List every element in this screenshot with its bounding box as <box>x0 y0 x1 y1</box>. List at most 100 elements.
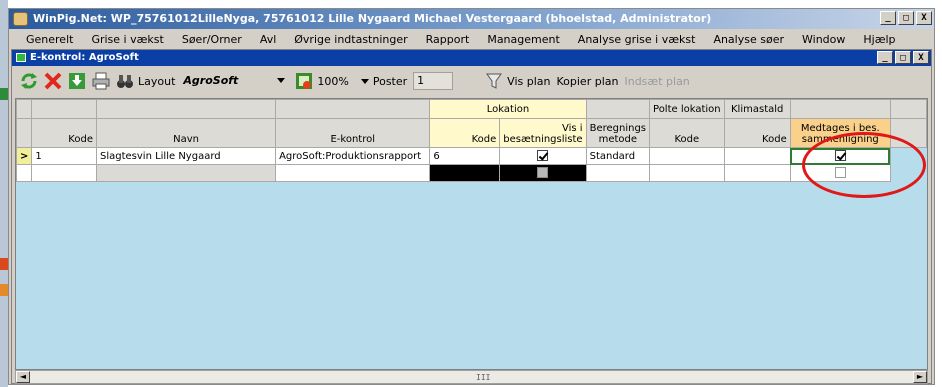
app-title-text: WinPig.Net: WP_75761012LilleNyga, 757610… <box>33 12 712 25</box>
desktop-mark-orange <box>0 284 8 296</box>
minimize-button[interactable]: _ <box>880 11 896 25</box>
print-icon[interactable] <box>90 70 112 92</box>
zoom-level[interactable]: 100% <box>317 75 348 88</box>
vis-i-besaetningsliste-checkbox[interactable] <box>537 150 549 162</box>
delete-icon[interactable] <box>42 70 64 92</box>
cell-vis-i-new[interactable] <box>499 164 587 182</box>
group-header-empty <box>31 99 97 119</box>
toolbar: Layout AgroSoft 100% Poster 1 Vis plan K… <box>12 66 931 96</box>
cell-navn[interactable]: Slagtesvin Lille Nygaard <box>95 147 277 165</box>
cell-klima-kode-new[interactable] <box>723 164 791 182</box>
scroll-left-button[interactable]: ◄ <box>16 371 30 383</box>
poster-label: Poster <box>372 74 408 88</box>
cell-lokation-kode-new[interactable] <box>429 164 501 182</box>
scroll-thumb-grip[interactable]: III <box>476 373 490 382</box>
cell-medtages[interactable] <box>789 147 891 165</box>
cell-navn-new[interactable] <box>95 164 277 182</box>
menu-analyse-soeer[interactable]: Analyse søer <box>704 33 793 46</box>
menu-window[interactable]: Window <box>793 33 854 46</box>
column-header-ekontrol[interactable]: E-kontrol <box>275 118 431 148</box>
cell-ekontrol[interactable]: AgroSoft:Produktionsrapport <box>275 147 431 165</box>
save-icon[interactable] <box>66 70 88 92</box>
cell-klima-kode[interactable] <box>723 147 791 165</box>
cell-beregningsmetode-new[interactable] <box>585 164 651 182</box>
column-header-vis-i-besaetningsliste[interactable]: Vis i besætningsliste <box>499 118 587 148</box>
column-header-beregningsmetode[interactable]: Beregnings metode <box>585 118 651 148</box>
cell-beregningsmetode[interactable]: Standard <box>585 147 651 165</box>
cell-vis-i-besaetningsliste[interactable] <box>499 147 587 165</box>
menu-grise-i-vaekst[interactable]: Grise i vækst <box>82 33 172 46</box>
desktop-mark-green <box>0 88 8 100</box>
horizontal-scrollbar[interactable]: ◄ III ► <box>15 370 928 384</box>
medtages-checkbox[interactable] <box>834 150 846 162</box>
vis-i-checkbox-new[interactable] <box>537 167 549 179</box>
menu-generelt[interactable]: Generelt <box>17 33 82 46</box>
poster-input[interactable]: 1 <box>413 72 454 90</box>
group-header-polte-lokation: Polte lokation <box>649 99 725 119</box>
column-header-lokation-kode[interactable]: Kode <box>429 118 501 148</box>
table-row[interactable]: > 1 Slagtesvin Lille Nygaard AgroSoft:Pr… <box>16 147 927 165</box>
menu-soeer-orner[interactable]: Søer/Orner <box>173 33 251 46</box>
app-window: WinPig.Net: WP_75761012LilleNyga, 757610… <box>8 8 935 385</box>
column-header-kode[interactable]: Kode <box>31 118 97 148</box>
row-indicator[interactable]: > <box>16 147 33 165</box>
filter-icon[interactable] <box>483 70 505 92</box>
cell-polte-kode-new[interactable] <box>649 164 725 182</box>
group-header-empty <box>275 99 431 119</box>
group-header-empty <box>789 99 891 119</box>
row-indicator-new[interactable] <box>16 164 33 182</box>
cell-polte-kode[interactable] <box>649 147 725 165</box>
maximize-button[interactable]: □ <box>898 11 914 25</box>
header-line: metode <box>598 134 638 145</box>
column-header-medtages[interactable]: Medtages i bes. sammenligning <box>789 118 891 148</box>
binoculars-icon[interactable] <box>114 70 136 92</box>
window-icon <box>16 53 26 62</box>
cell-kode[interactable]: 1 <box>31 147 97 165</box>
corner-cell <box>16 99 33 119</box>
medtages-checkbox-new[interactable] <box>834 167 846 179</box>
grid-table: Lokation Polte lokation Klimastald Kode … <box>16 99 927 182</box>
table-row-new[interactable] <box>16 164 927 182</box>
group-header-empty <box>95 99 277 119</box>
column-header-klima-kode[interactable]: Kode <box>723 118 791 148</box>
group-header-klimastald: Klimastald <box>723 99 791 119</box>
cell-kode-new[interactable] <box>31 164 97 182</box>
group-header-lokation: Lokation <box>429 99 587 119</box>
layout-label: Layout <box>138 74 176 88</box>
child-maximize-button[interactable]: □ <box>895 51 911 64</box>
header-line: Medtages i bes. <box>800 123 880 134</box>
chevron-down-icon <box>277 78 286 83</box>
menu-hjaelp[interactable]: Hjælp <box>854 33 904 46</box>
excel-export-icon[interactable] <box>293 70 315 92</box>
app-window-buttons: _ □ X <box>880 11 932 25</box>
cell-medtages-new[interactable] <box>789 164 891 182</box>
row-header-corner <box>16 118 33 148</box>
column-header-filler <box>889 118 927 148</box>
group-header-empty <box>889 99 927 119</box>
menu-rapport[interactable]: Rapport <box>417 33 479 46</box>
child-close-button[interactable]: X <box>913 51 929 64</box>
child-minimize-button[interactable]: _ <box>877 51 893 64</box>
refresh-icon[interactable] <box>18 70 40 92</box>
layout-value: AgroSoft <box>183 74 239 87</box>
close-button[interactable]: X <box>916 11 932 25</box>
menu-analyse-grise[interactable]: Analyse grise i vækst <box>569 33 705 46</box>
menu-bar: Generelt Grise i vækst Søer/Orner Avl Øv… <box>9 29 934 49</box>
cell-ekontrol-new[interactable] <box>275 164 431 182</box>
app-title-bar: WinPig.Net: WP_75761012LilleNyga, 757610… <box>9 9 934 29</box>
desktop-mark-red <box>0 258 8 270</box>
cell-lokation-kode[interactable]: 6 <box>429 147 501 165</box>
menu-avl[interactable]: Avl <box>251 33 285 46</box>
menu-oevrige-indtastninger[interactable]: Øvrige indtastninger <box>285 33 416 46</box>
column-header-polte-kode[interactable]: Kode <box>649 118 725 148</box>
scroll-right-button[interactable]: ► <box>913 371 927 383</box>
column-header-navn[interactable]: Navn <box>95 118 277 148</box>
header-line: sammenligning <box>801 134 879 145</box>
menu-management[interactable]: Management <box>478 33 568 46</box>
layout-dropdown[interactable]: AgroSoft <box>181 72 288 90</box>
vis-plan-button[interactable]: Vis plan <box>507 75 550 88</box>
poster-chevron-icon[interactable] <box>360 78 369 84</box>
app-pig-icon <box>13 12 28 26</box>
kopier-plan-button[interactable]: Kopier plan <box>557 75 619 88</box>
indsaet-plan-button[interactable]: Indsæt plan <box>624 75 689 88</box>
